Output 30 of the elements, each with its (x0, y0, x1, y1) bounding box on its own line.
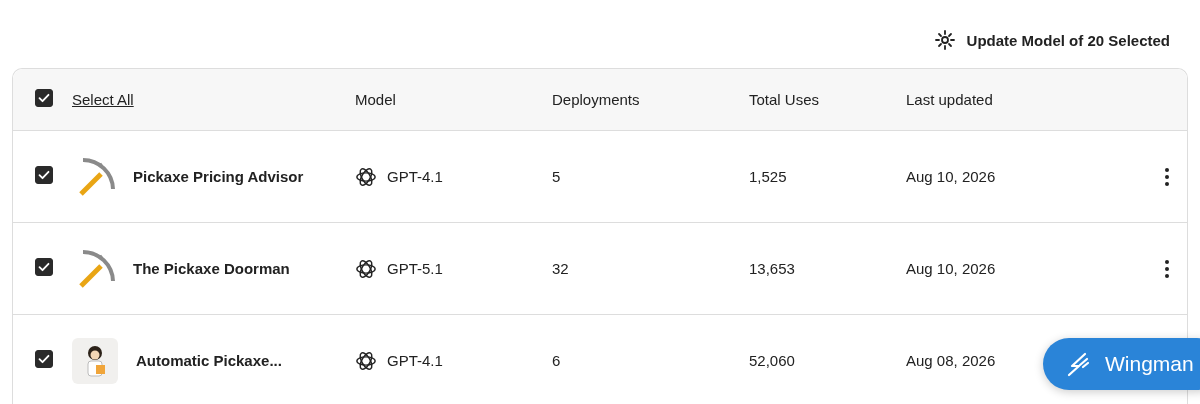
table-cell: 13,653 (749, 260, 795, 277)
column-header: Last updated (906, 91, 993, 108)
wing-icon (1065, 351, 1091, 377)
cartoon-avatar (72, 337, 118, 384)
checkbox[interactable] (35, 350, 53, 369)
column-header: Model (355, 91, 396, 108)
pickaxe-name: Pickaxe Pricing Advisor (133, 168, 304, 185)
wingman-button[interactable]: Wingman (1043, 338, 1200, 390)
table-cell: Aug 08, 2026 (906, 352, 996, 369)
select-all-link[interactable]: Select All (72, 91, 134, 108)
checkbox[interactable] (35, 166, 53, 185)
table-cell: Aug 10, 2026 (906, 260, 996, 277)
column-header: Deployments (552, 91, 640, 108)
table-cell: Aug 10, 2026 (906, 168, 996, 185)
more-options-icon[interactable] (1164, 166, 1170, 187)
table-cell: 5 (552, 168, 561, 185)
table-cell: 32 (552, 260, 569, 277)
model-name: GPT-4.1 (387, 352, 443, 369)
table-cell: 6 (552, 352, 561, 369)
column-header: Total Uses (749, 91, 820, 108)
checkbox[interactable] (35, 258, 53, 277)
table-cell: 52,060 (749, 352, 795, 369)
checkbox[interactable] (35, 89, 53, 108)
more-options-icon[interactable] (1164, 258, 1170, 279)
update-model-button[interactable]: Update Model of 20 Selected (934, 27, 1170, 53)
model-name: GPT-5.1 (387, 260, 443, 277)
pickaxe-name: The Pickaxe Doorman (133, 260, 290, 277)
table-cell: 1,525 (749, 168, 787, 185)
model-name: GPT-4.1 (387, 168, 443, 185)
pickaxe-name: Automatic Pickaxe... (136, 352, 282, 369)
